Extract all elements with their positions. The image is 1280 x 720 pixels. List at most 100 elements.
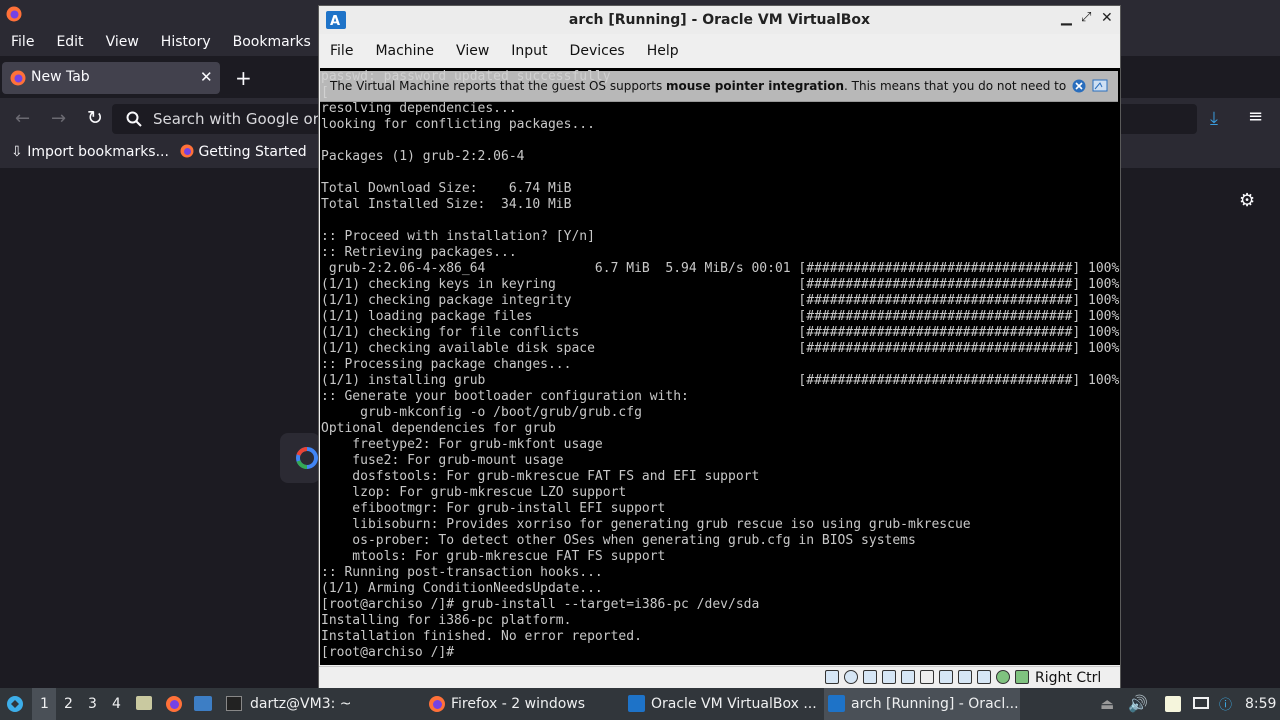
task-terminal[interactable]: dartz@VM3: ~ xyxy=(222,688,412,720)
terminal-line: Installing for i386-pc platform. xyxy=(321,613,572,628)
ff-menu-history[interactable]: History xyxy=(150,34,222,50)
close-tab-icon[interactable]: ✕ xyxy=(200,68,213,86)
new-tab-plus-icon[interactable]: + xyxy=(235,66,252,90)
terminal-line: :: Retrieving packages... xyxy=(321,245,517,260)
reload-icon[interactable]: ↻ xyxy=(87,107,103,129)
execution-engine-icon[interactable] xyxy=(996,670,1010,684)
terminal-line: (1/1) checking keys in keyring [########… xyxy=(321,277,1120,292)
vbox-titlebar[interactable]: A arch [Running] - Oracle VM VirtualBox … xyxy=(319,6,1120,34)
task-firefox-icon xyxy=(429,696,445,712)
clock[interactable]: 8:59 xyxy=(1245,696,1276,712)
terminal-line: dosfstools: For grub-mkrescue FAT FS and… xyxy=(321,469,760,484)
desktop-1[interactable]: 1 xyxy=(40,696,49,712)
network-icon[interactable] xyxy=(882,670,896,684)
terminal-line: Optional dependencies for grub xyxy=(321,421,556,436)
virtualbox-window: A arch [Running] - Oracle VM VirtualBox … xyxy=(318,5,1121,689)
minimize-icon[interactable]: ▁ xyxy=(1061,10,1072,26)
firefox-tab-icon xyxy=(10,70,26,86)
download-icon[interactable]: ⤓ xyxy=(1210,108,1218,129)
display-icon[interactable] xyxy=(939,670,953,684)
hard-disk-icon[interactable] xyxy=(825,670,839,684)
terminal-line: :: Proceed with installation? [Y/n] xyxy=(321,229,595,244)
bookmark-getting-started[interactable]: Getting Started xyxy=(180,144,307,160)
search-placeholder: Search with Google or e xyxy=(153,110,333,128)
desktop-3[interactable]: 3 xyxy=(88,696,97,712)
display-tray-icon[interactable] xyxy=(1193,697,1209,709)
terminal-line: efibootmgr: For grub-install EFI support xyxy=(321,501,666,516)
terminal-line: grub-2:2.06-4-x86_64 6.7 MiB 5.94 MiB/s … xyxy=(321,261,1120,276)
google-shortcut-tile[interactable] xyxy=(280,433,320,483)
start-menu-icon[interactable] xyxy=(6,695,24,713)
task-firefox[interactable]: Firefox - 2 windows xyxy=(424,688,620,720)
vm-display[interactable]: passwd: password updated successfully[ r… xyxy=(320,68,1120,665)
mouse-integration-icon[interactable] xyxy=(1015,670,1029,684)
firefox-logo-icon xyxy=(6,6,22,22)
file-manager-launcher-icon[interactable] xyxy=(136,696,152,710)
notification-dont-show-icon[interactable] xyxy=(1092,78,1108,94)
ff-menu-bookmarks[interactable]: Bookmarks xyxy=(222,34,322,50)
update-notification-icon[interactable]: ⓘ xyxy=(1219,694,1232,713)
terminal-line: [root@archiso /]# xyxy=(321,645,462,660)
settings-gear-icon[interactable]: ⚙ xyxy=(1239,190,1255,211)
terminal-line: freetype2: For grub-mkfont usage xyxy=(321,437,603,452)
terminal-line: mtools: For grub-mkrescue FAT FS support xyxy=(321,549,666,564)
task-terminal-label: dartz@VM3: ~ xyxy=(250,696,352,712)
desktop-2[interactable]: 2 xyxy=(64,696,73,712)
vbox-window-title: arch [Running] - Oracle VM VirtualBox xyxy=(568,12,871,28)
terminal-output: passwd: password updated successfully[ r… xyxy=(321,69,1119,661)
terminal-line: :: Running post-transaction hooks... xyxy=(321,565,603,580)
vbox-menu-file[interactable]: File xyxy=(319,43,364,59)
terminal-line: (1/1) installing grub [#################… xyxy=(321,373,1120,388)
import-icon: ⇩ xyxy=(11,144,23,160)
terminal-line: fuse2: For grub-mount usage xyxy=(321,453,564,468)
vbox-menu-devices[interactable]: Devices xyxy=(559,43,636,59)
ff-menu-edit[interactable]: Edit xyxy=(45,34,94,50)
terminal-line: lzop: For grub-mkrescue LZO support xyxy=(321,485,627,500)
shared-folders-icon[interactable] xyxy=(920,670,934,684)
clipboard-icon[interactable] xyxy=(1165,696,1181,712)
terminal-line: looking for conflicting packages... xyxy=(321,117,595,132)
vbox-menu-machine[interactable]: Machine xyxy=(364,43,445,59)
ff-menu-file[interactable]: File xyxy=(0,34,45,50)
notification-close-icon[interactable] xyxy=(1072,79,1086,93)
terminal-line: (1/1) checking for file conflicts [#####… xyxy=(321,325,1120,340)
bookmark-getting-started-label: Getting Started xyxy=(198,144,307,160)
close-window-icon[interactable]: ✕ xyxy=(1101,10,1113,26)
vbox-menu-view[interactable]: View xyxy=(445,43,500,59)
forward-arrow-icon[interactable]: → xyxy=(51,108,66,129)
back-arrow-icon[interactable]: ← xyxy=(15,108,30,129)
usb-icon[interactable] xyxy=(901,670,915,684)
show-desktop-icon[interactable] xyxy=(194,696,212,711)
optical-drive-icon[interactable] xyxy=(844,670,858,684)
ff-menu-view[interactable]: View xyxy=(95,34,150,50)
host-key-label: Right Ctrl xyxy=(1035,670,1102,686)
vbox-menu-help[interactable]: Help xyxy=(636,43,690,59)
tab-title: New Tab xyxy=(31,69,90,85)
bookmark-import-label: Import bookmarks... xyxy=(27,144,169,160)
task-vbox-arch-label: arch [Running] - Oracl... xyxy=(851,696,1019,712)
tray-eject-icon[interactable]: ⏏ xyxy=(1100,695,1114,713)
terminal-icon xyxy=(226,696,242,711)
terminal-line: grub-mkconfig -o /boot/grub/grub.cfg xyxy=(321,405,642,420)
tab-new-tab[interactable]: New Tab ✕ xyxy=(2,62,220,94)
desktop-4[interactable]: 4 xyxy=(112,696,121,712)
terminal-line: Packages (1) grub-2:2.06-4 xyxy=(321,149,525,164)
hamburger-menu-icon[interactable]: ≡ xyxy=(1248,106,1263,127)
terminal-line: :: Generate your bootloader configuratio… xyxy=(321,389,689,404)
vbox-menu-input[interactable]: Input xyxy=(500,43,558,59)
task-vbox-manager[interactable]: Oracle VM VirtualBox ... xyxy=(624,688,820,720)
terminal-line: (1/1) checking available disk space [###… xyxy=(321,341,1120,356)
audio-icon[interactable] xyxy=(863,670,877,684)
firefox-bookmark-icon xyxy=(180,144,194,158)
recording-icon[interactable] xyxy=(958,670,972,684)
search-icon xyxy=(126,111,142,127)
task-vbox-arch[interactable]: arch [Running] - Oracl... xyxy=(824,688,1020,720)
bookmark-import[interactable]: ⇩ Import bookmarks... xyxy=(11,144,169,160)
maximize-icon[interactable]: ⤢ xyxy=(1081,10,1091,25)
firefox-launcher-icon[interactable] xyxy=(165,695,183,713)
volume-icon[interactable]: 🔊 xyxy=(1128,694,1148,713)
cpu-icon[interactable] xyxy=(977,670,991,684)
terminal-line: libisoburn: Provides xorriso for generat… xyxy=(321,517,971,532)
